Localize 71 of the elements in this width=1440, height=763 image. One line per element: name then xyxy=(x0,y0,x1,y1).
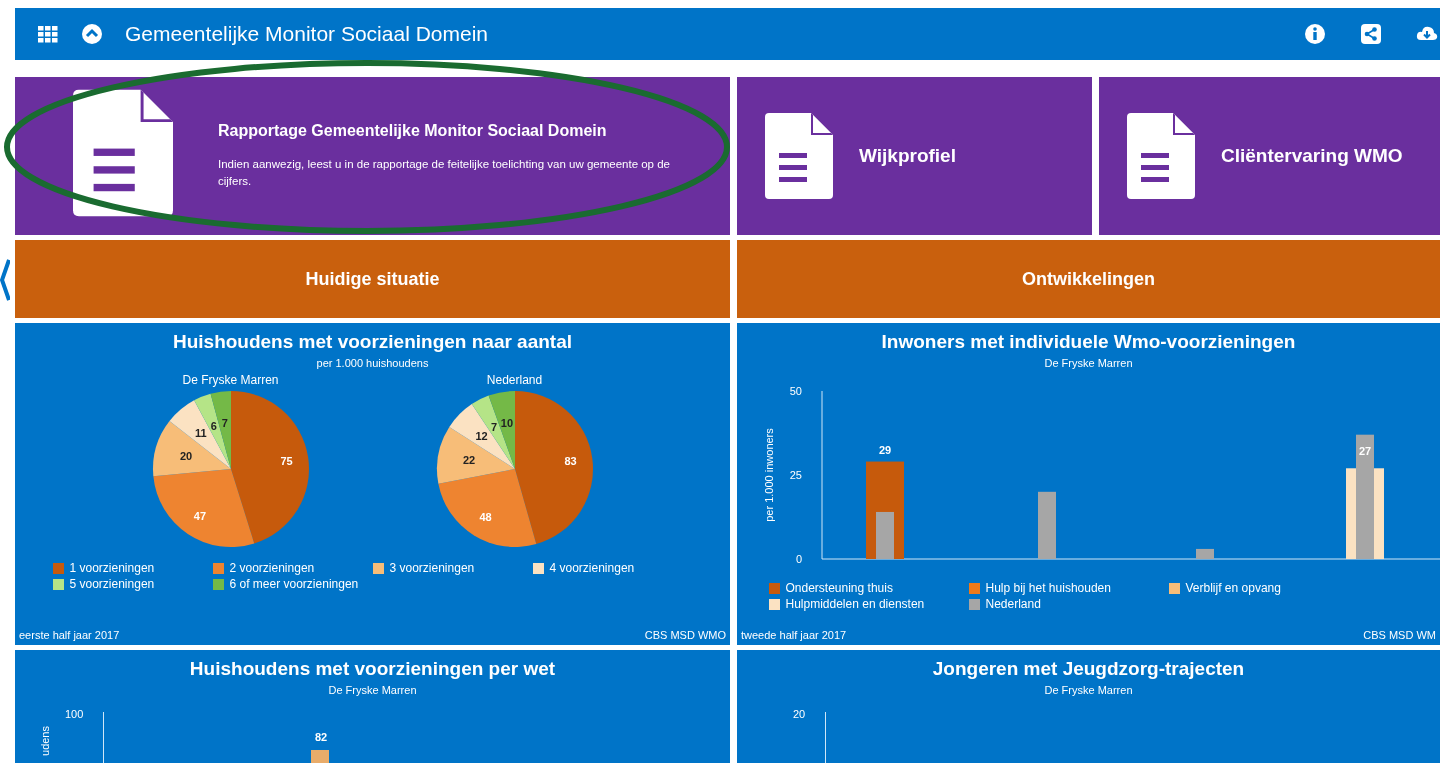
tile-description: Indien aanwezig, leest u in de rapportage de feitelijke toelichting van uw gemeente op de cijfers. xyxy=(218,156,671,189)
legend-label: 4 voorzieningen xyxy=(549,561,635,575)
slice-label: 22 xyxy=(462,454,475,467)
legend-label: 5 voorzieningen xyxy=(69,577,155,591)
slice-label: 11 xyxy=(194,427,207,440)
slice-label: 48 xyxy=(478,510,492,523)
axis-title: udens xyxy=(39,726,51,756)
legend-label: 2 voorzieningen xyxy=(229,561,315,575)
axis-tick: 100 xyxy=(65,708,84,720)
slice-label: 12 xyxy=(475,430,488,443)
section-header[interactable]: Ontwikkelingen xyxy=(737,240,1440,318)
chart-subtitle: De Fryske Marren xyxy=(328,684,417,696)
chart-subtitle: De Fryske Marren xyxy=(1044,684,1133,696)
bar-label: 82 xyxy=(315,731,328,743)
report-tile[interactable]: Rapportage Gemeentelijke Monitor Sociaal Domein Indien aanwezig, leest u in de rapportage de feitelijke toelichting van uw gemeente op de cijfers. xyxy=(15,77,730,235)
document-icon xyxy=(1127,113,1195,199)
axis-tick: 50 xyxy=(789,385,802,397)
chart-subtitle: per 1.000 huishoudens xyxy=(316,357,429,369)
legend-label: Hulp bij het huishouden xyxy=(985,581,1111,595)
report-tile[interactable]: Cliëntervaring WMO xyxy=(1099,77,1440,235)
apps-grid-icon[interactable] xyxy=(37,23,59,45)
tile-title: Wijkprofiel xyxy=(859,145,956,167)
app-title: Gemeentelijke Monitor Sociaal Domein xyxy=(125,22,489,46)
axis-tick: 20 xyxy=(793,708,806,720)
chevron-left-icon[interactable] xyxy=(0,258,10,302)
pie-title: De Fryske Marren xyxy=(182,373,279,387)
bar-label: 29 xyxy=(878,443,892,456)
axis-tick: 25 xyxy=(789,469,802,481)
slice-label: 47 xyxy=(193,509,206,522)
bar-label: 27 xyxy=(1358,444,1372,457)
axis-tick: 0 xyxy=(795,553,802,565)
slice-label: 10 xyxy=(500,416,513,429)
chart-title: Inwoners met individuele Wmo-voorzieningen xyxy=(881,331,1296,353)
period-label: tweede half jaar 2017 xyxy=(741,629,847,641)
tile-title: Rapportage Gemeentelijke Monitor Sociaal Domein xyxy=(218,121,608,140)
legend-label: Ondersteuning thuis xyxy=(785,581,893,595)
chart-subtitle: De Fryske Marren xyxy=(1044,357,1133,369)
share-icon[interactable] xyxy=(1360,23,1382,45)
legend-swatch xyxy=(1168,582,1180,594)
chart-title: Huishoudens met voorzieningen naar aantal xyxy=(172,331,573,353)
legend-label: Nederland xyxy=(985,597,1041,611)
document-icon xyxy=(765,113,833,199)
legend-label: Verblijf en opvang xyxy=(1185,581,1281,595)
legend-label: Hulpmiddelen en diensten xyxy=(785,597,925,611)
legend-label: 1 voorzieningen xyxy=(69,561,155,575)
legend-label: 3 voorzieningen xyxy=(389,561,475,575)
chart-title: Jongeren met Jeugdzorg-trajecten xyxy=(932,658,1245,680)
slice-label: 7 xyxy=(221,416,228,429)
legend-swatch xyxy=(968,582,980,594)
legend-swatch xyxy=(968,598,980,610)
bar xyxy=(1196,548,1214,559)
source-label: CBS MSD WM xyxy=(1363,629,1436,641)
legend-swatch xyxy=(768,582,780,594)
slice-label: 6 xyxy=(210,419,217,432)
source-label: CBS MSD WMO xyxy=(644,629,726,641)
chart-title: Huishoudens met voorzieningen per wet xyxy=(189,658,556,680)
axis-title: per 1.000 inwoners xyxy=(763,428,775,522)
slice-label: 20 xyxy=(179,449,192,462)
info-icon[interactable] xyxy=(1304,23,1326,45)
slice-label: 83 xyxy=(564,455,577,468)
period-label: eerste half jaar 2017 xyxy=(19,629,120,641)
report-tile[interactable]: Wijkprofiel xyxy=(737,77,1092,235)
collapse-icon[interactable] xyxy=(81,23,103,45)
section-header[interactable]: Huidige situatie xyxy=(15,240,730,318)
legend-label: 6 of meer voorzieningen xyxy=(229,577,359,591)
legend-swatch xyxy=(768,598,780,610)
tile-title: Cliëntervaring WMO xyxy=(1221,145,1403,167)
slice-label: 75 xyxy=(279,454,293,467)
pie-title: Nederland xyxy=(486,373,543,387)
bar xyxy=(1038,491,1056,559)
slice-label: 7 xyxy=(490,421,497,434)
